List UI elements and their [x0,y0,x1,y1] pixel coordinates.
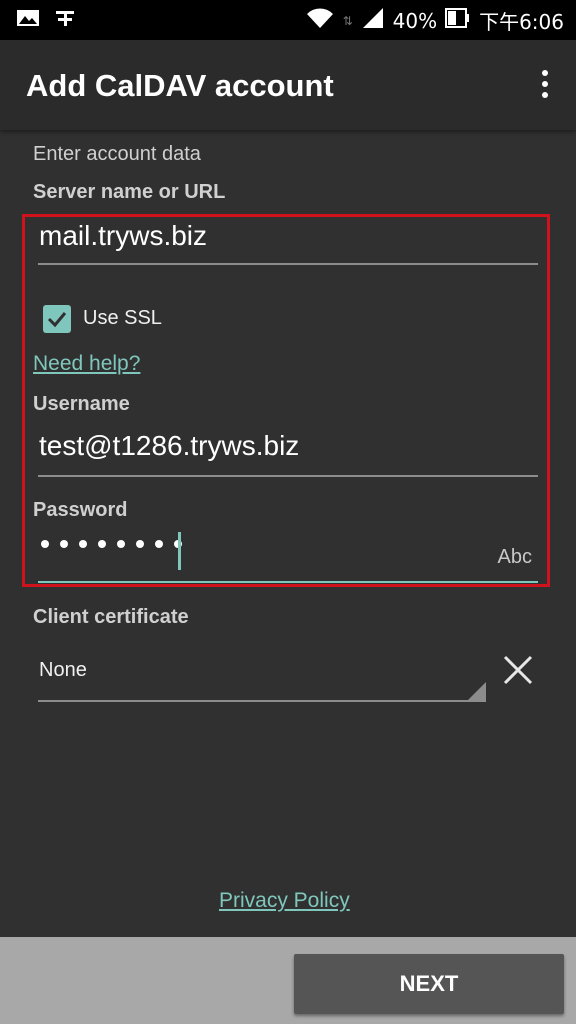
gallery-icon [16,8,40,33]
data-arrows-icon: ⇅ [342,13,353,28]
clear-certificate-icon[interactable] [500,652,536,688]
section-hint: Enter account data [33,143,201,165]
text-cursor [178,532,181,570]
scale-icon [54,8,76,33]
server-input[interactable]: mail.tryws.biz [39,220,207,252]
client-cert-dropdown[interactable]: None [39,659,87,682]
app-bar: Add CalDAV account [0,40,576,130]
client-cert-underline [38,700,486,702]
signal-icon [361,6,385,35]
dropdown-arrow-icon [468,682,486,700]
battery-level: 40% [392,8,438,33]
username-label: Username [33,393,130,415]
page-title: Add CalDAV account [26,68,334,103]
check-icon [47,312,67,328]
next-button[interactable]: NEXT [294,954,564,1014]
overflow-menu-icon[interactable] [540,70,550,100]
username-input[interactable]: test@t1286.tryws.biz [39,430,299,462]
server-input-underline [38,263,538,265]
use-ssl-checkbox[interactable] [43,305,71,333]
password-input[interactable] [41,540,182,548]
use-ssl-label: Use SSL [83,307,162,329]
username-input-underline [38,475,538,477]
keyboard-mode-indicator: Abc [497,546,532,568]
client-cert-label: Client certificate [33,606,189,628]
password-label: Password [33,499,128,521]
status-bar: ⇅ 40% 下午6:06 [0,0,576,40]
clock: 下午6:06 [479,10,564,34]
battery-icon [445,7,471,34]
wifi-icon [305,6,335,35]
need-help-link[interactable]: Need help? [33,352,140,376]
privacy-policy-link[interactable]: Privacy Policy [219,889,350,913]
server-label: Server name or URL [33,181,226,203]
password-input-underline [38,581,538,583]
